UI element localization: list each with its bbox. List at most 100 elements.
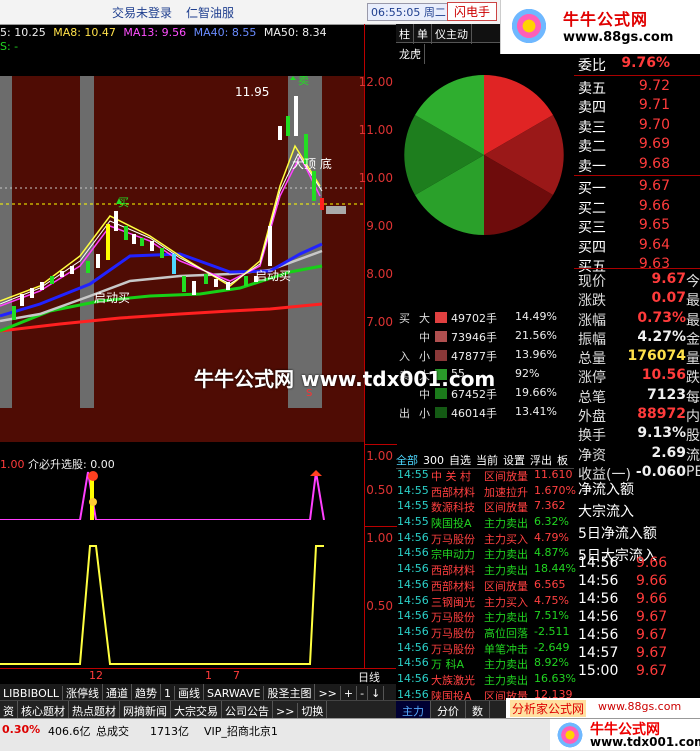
category-tab[interactable]: 切换 <box>298 701 328 718</box>
indicator-tab[interactable]: 股圣主图 <box>264 684 316 700</box>
tick-time: 15:00 <box>578 663 619 679</box>
alert-row[interactable]: 14:56 万马股份 主力卖出 7.51% <box>396 609 574 625</box>
tick-price: 9.67 <box>636 663 668 679</box>
period-selector[interactable]: 日线 <box>358 669 380 685</box>
alert-row[interactable]: 14:55 陕国投A 主力卖出 6.32% <box>396 515 574 531</box>
stat-label: 总笔 <box>578 389 606 406</box>
category-tab[interactable]: 热点题材 <box>69 701 120 718</box>
alert-row[interactable]: 14:55 西部材料 加速拉升 1.670% <box>396 483 576 500</box>
alert-row[interactable]: 14:56 大族激光 主力卖出 16.63% <box>396 672 576 688</box>
login-status[interactable]: 交易未登录 <box>112 4 172 21</box>
tick-price: 9.67 <box>636 627 668 643</box>
tab-bar[interactable]: 柱 <box>396 24 414 44</box>
category-tab[interactable]: 核心题材 <box>18 701 69 718</box>
flow-side: 入 <box>399 350 410 363</box>
stat-value: 2.69 <box>651 444 686 461</box>
indicator-tab[interactable]: 涨停线 <box>63 684 103 700</box>
category-tab[interactable]: 公司公告 <box>222 701 273 718</box>
alert-time: 14:55 <box>397 483 429 497</box>
indicator-tab[interactable]: >> <box>315 686 341 700</box>
alert-value: 6.32% <box>534 515 569 529</box>
alerts-tab-all[interactable]: 全部 <box>396 454 418 467</box>
order-ratio-label: 委比 <box>578 58 606 74</box>
price-tick: 7.00 <box>366 315 393 329</box>
alert-type: 主力卖出 <box>484 517 528 531</box>
indicator-tab-control[interactable]: - <box>357 686 369 700</box>
alerts-tab-current[interactable]: 当前 <box>476 454 498 467</box>
candle <box>106 224 110 260</box>
alerts-board[interactable]: 板 <box>557 454 568 467</box>
indicator-tab-control[interactable]: + <box>341 686 358 700</box>
ask-row[interactable]: 卖三 9.70 <box>574 116 700 136</box>
alert-row[interactable]: 14:56 西部材料 区间放量 6.565 <box>396 578 574 594</box>
category-tab[interactable]: >> <box>273 703 299 718</box>
bid-row[interactable]: 买二 9.66 <box>574 197 700 217</box>
vip-server[interactable]: VIP_招商北京1 <box>204 723 278 739</box>
alert-type: 主力买入 <box>484 595 528 609</box>
indicator-tab[interactable]: 1 <box>161 686 175 700</box>
flash-trade-button[interactable]: 闪电手 <box>447 2 498 21</box>
indicator-tab-control[interactable]: ↓ <box>368 686 385 700</box>
ask-row[interactable]: 卖四 9.71 <box>574 96 700 116</box>
turnover-label: 总成交 <box>96 725 129 738</box>
indicator-tab[interactable]: 画线 <box>175 684 204 700</box>
price-tick: 8.00 <box>366 267 393 281</box>
bid-row[interactable]: 买四 9.64 <box>574 236 700 256</box>
alert-row[interactable]: 14:55 数源科技 区间放量 7.362 <box>396 499 574 515</box>
indicator-tab[interactable]: LIBBIBOLL <box>0 686 63 700</box>
tab-single[interactable]: 单 <box>414 24 432 44</box>
alert-type: 高位回落 <box>484 626 528 640</box>
tab-active[interactable]: 仪主动 <box>432 24 472 44</box>
right-bottom-tabs: 主力 分价数 <box>396 700 506 721</box>
s-indicator: S: - <box>0 40 19 53</box>
alerts-float[interactable]: 浮出 <box>530 454 552 467</box>
bid-label: 买四 <box>578 239 606 256</box>
indicator2-chart[interactable] <box>0 528 364 668</box>
alert-value: 6.565 <box>534 577 566 591</box>
ask-row[interactable]: 卖一 9.68 <box>574 155 700 175</box>
indicator-tab[interactable]: 趋势 <box>132 684 161 700</box>
ask-row[interactable]: 卖二 9.69 <box>574 135 700 155</box>
category-tab[interactable]: 网摘新闻 <box>120 701 171 718</box>
stat-label: 涨幅 <box>578 312 606 329</box>
alert-row[interactable]: 14:56 万马股份 主力买入 4.79% <box>396 531 574 547</box>
alert-row[interactable]: 14:56 万 科A 主力卖出 8.92% <box>396 656 574 672</box>
price-tick: 11.00 <box>358 123 393 137</box>
alert-row[interactable]: 14:56 三钢闽光 主力买入 4.75% <box>396 594 574 610</box>
stat-label: 涨跌 <box>578 293 606 310</box>
indicator-tab[interactable]: SARWAVE <box>204 686 265 700</box>
alert-row[interactable]: 14:55 中 关 村区间放量 11.610 <box>396 468 574 484</box>
alert-stock: 万马股份 <box>431 642 475 656</box>
stat-right-label: 金 <box>686 331 700 348</box>
alerts-list: 14:55 中 关 村区间放量 11.610 14:55 西部材料 加速拉升 1.670% 1… <box>396 468 576 735</box>
alert-row[interactable]: 14:56 万马股份 高位回落 -2.511 <box>396 625 574 641</box>
ask-price: 9.68 <box>638 155 670 172</box>
bottom-logo: 牛牛公式网 www.tdx001.com <box>550 719 700 750</box>
category-tab[interactable]: 大宗交易 <box>171 701 222 718</box>
alerts-tab-watchlist[interactable]: 自选 <box>449 454 471 467</box>
grey-band <box>0 76 12 408</box>
alerts-settings[interactable]: 设置 <box>503 454 525 467</box>
bid-row[interactable]: 买一 9.67 <box>574 177 700 197</box>
alert-row[interactable]: 14:56 宗申动力 主力卖出 4.87% <box>396 546 574 562</box>
stat-right-label: 最 <box>686 293 700 310</box>
indicator1-chart[interactable] <box>0 470 364 520</box>
candle <box>150 241 154 251</box>
stat-right-label: 每 <box>686 389 700 406</box>
alert-row[interactable]: 14:56 西部材料 主力卖出 18.44% <box>396 562 576 578</box>
alert-row[interactable]: 14:56 万马股份 单笔冲击 -2.649 <box>396 641 574 657</box>
alert-time: 14:55 <box>397 499 429 513</box>
stat-value: 0.73% <box>637 309 686 326</box>
bid-price: 9.65 <box>638 217 670 233</box>
tab-dragon[interactable]: 龙虎 <box>396 44 425 64</box>
tick-time: 14:56 <box>578 627 619 643</box>
alerts-tab-300[interactable]: 300 <box>423 454 444 467</box>
analyst-logo: 分析家公式网 www.88gs.com <box>506 698 700 718</box>
indicator-tab[interactable]: 通道 <box>103 684 132 700</box>
category-tab[interactable]: 资 <box>0 701 18 718</box>
flow-side: 出 <box>399 407 410 420</box>
alert-stock: 陕国投A <box>431 517 472 531</box>
ask-row[interactable]: 卖五 9.72 <box>574 77 700 97</box>
alert-type: 区间放量 <box>484 470 528 483</box>
bid-row[interactable]: 买三 9.65 <box>574 216 700 236</box>
